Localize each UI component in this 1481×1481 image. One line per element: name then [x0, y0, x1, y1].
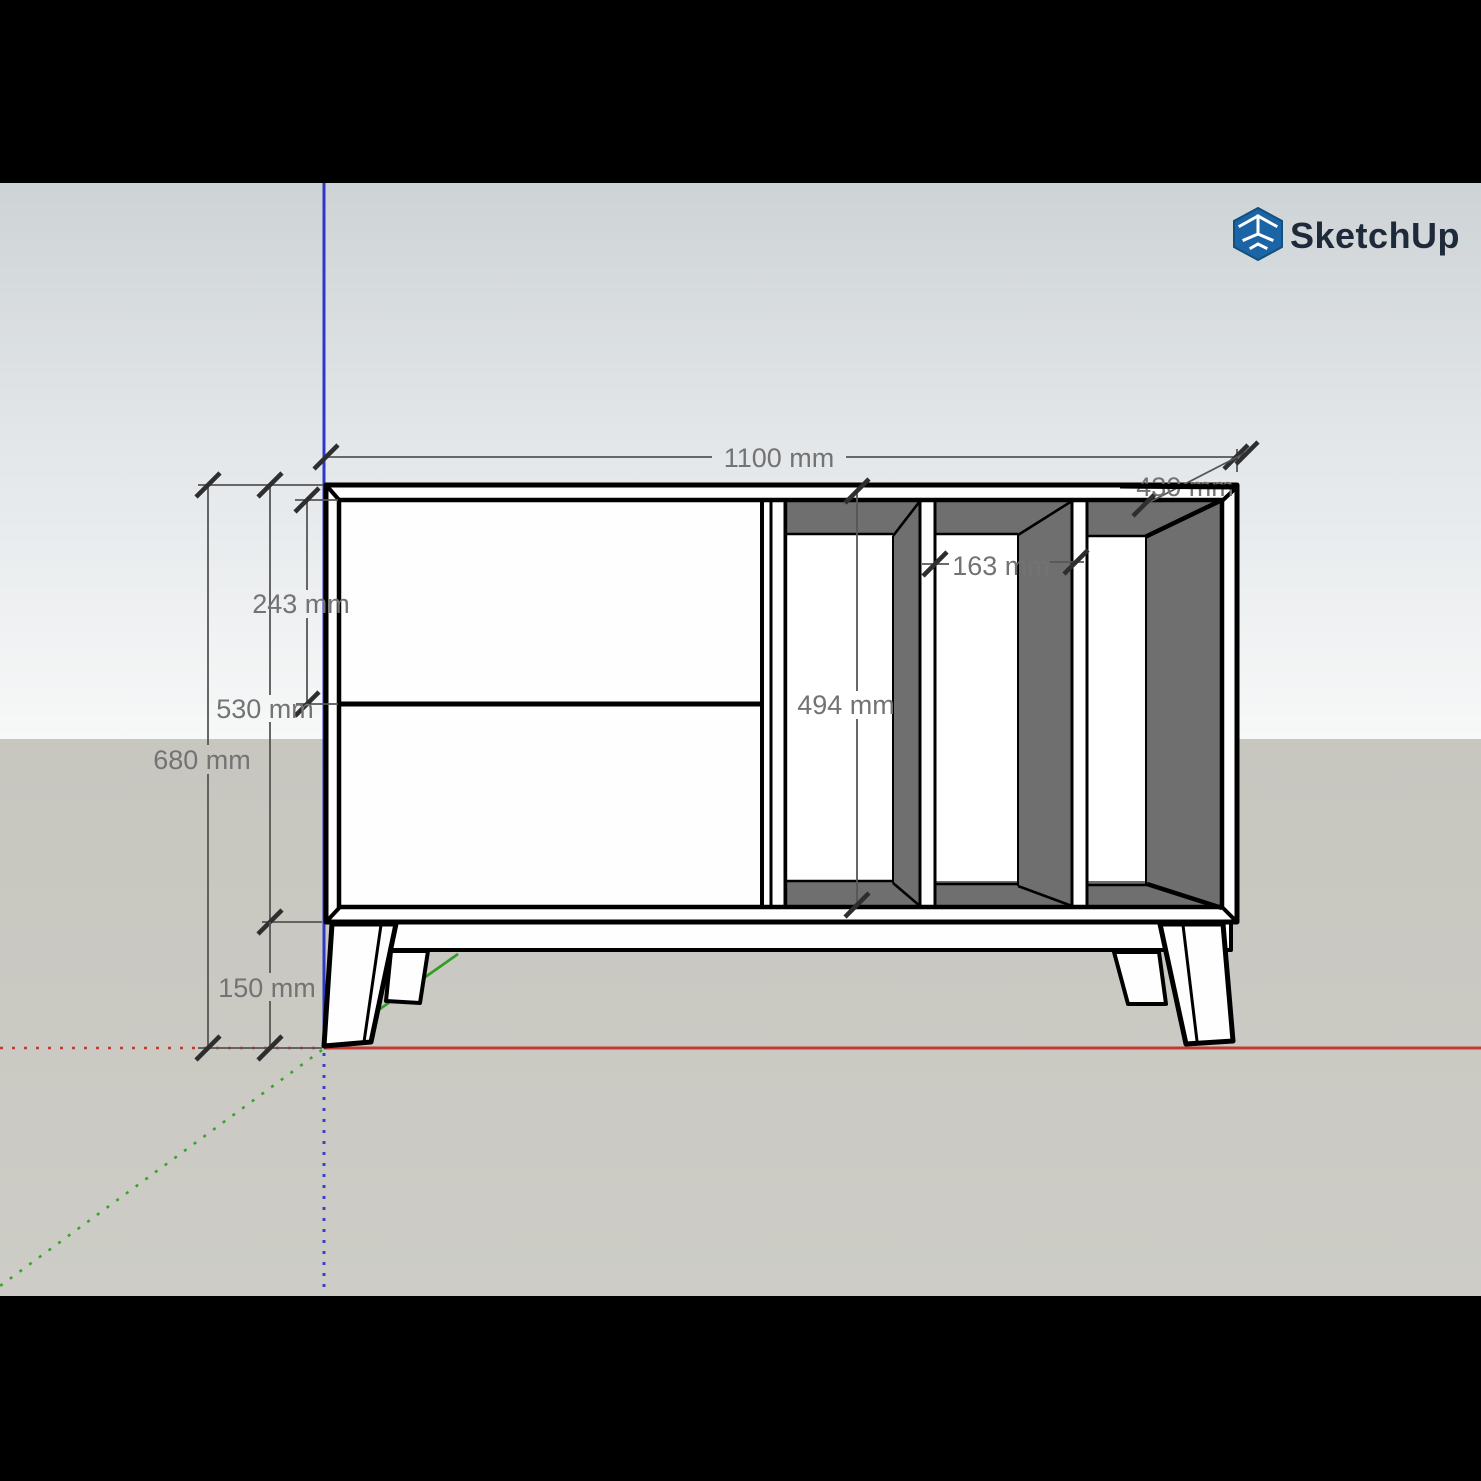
sketchup-logo: SketchUp: [1234, 208, 1460, 260]
center-partition: [771, 500, 785, 907]
apron-rail: [333, 922, 1231, 950]
letterbox-bottom: [0, 1296, 1481, 1481]
divider-a-side-face: [893, 501, 920, 907]
sketchup-export-image: 1100 mm 430 mm 243 mm 530 mm 680 mm 150 …: [0, 0, 1481, 1481]
right-wall-interior-face: [1145, 500, 1222, 907]
dim-label-opening-height: 494 mm: [797, 690, 895, 720]
brand-wordmark: SketchUp: [1290, 215, 1460, 256]
viewport-3d[interactable]: 1100 mm 430 mm 243 mm 530 mm 680 mm 150 …: [0, 0, 1481, 1481]
dim-label-top-drawer: 243 mm: [252, 589, 350, 619]
dim-label-slot-width: 163 mm: [952, 551, 1050, 581]
dim-label-leg-height: 150 mm: [218, 973, 316, 1003]
top-edge-overlay: [1120, 486, 1237, 487]
back-left-leg: [386, 951, 428, 1003]
dim-label-overall-width: 1100 mm: [724, 443, 835, 473]
dim-label-body-height: 530 mm: [216, 694, 314, 724]
slot-divider-1: [920, 500, 935, 907]
dim-label-overall-height: 680 mm: [153, 745, 251, 775]
letterbox-top: [0, 0, 1481, 183]
